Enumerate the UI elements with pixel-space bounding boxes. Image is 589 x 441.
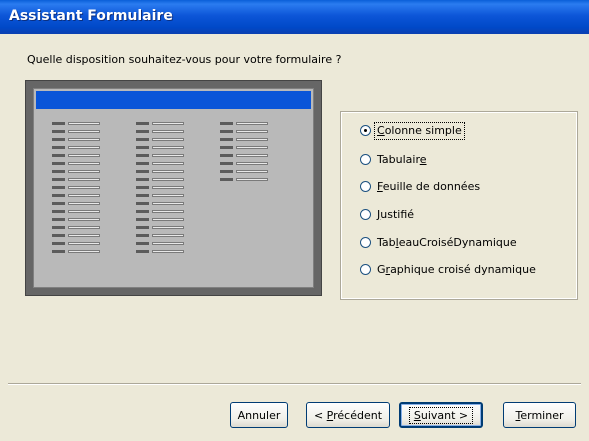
question-label: Quelle disposition souhaitez-vous pour v… — [27, 53, 342, 66]
cancel-button-label: Annuler — [237, 408, 281, 422]
option-label: TableauCroiséDynamique — [377, 236, 517, 249]
radio-feuille-de-donnees[interactable] — [360, 181, 371, 192]
title-bar: Assistant Formulaire — [0, 0, 589, 34]
next-button[interactable]: Suivant > — [399, 402, 483, 428]
radio-tableau-croise-dynamique[interactable] — [360, 237, 371, 248]
option-label: Graphique croisé dynamique — [377, 263, 536, 276]
radio-justifie[interactable] — [360, 209, 371, 220]
radio-colonne-simple[interactable] — [360, 125, 371, 136]
finish-button[interactable]: Terminer — [503, 402, 576, 428]
separator — [8, 383, 581, 385]
option-label: Colonne simple — [374, 122, 465, 140]
radio-graphique-croise-dynamique[interactable] — [360, 264, 371, 275]
option-label: Justifié — [377, 208, 415, 221]
back-button-label: < Précédent — [313, 408, 383, 422]
option-label: Tabulaire — [377, 153, 427, 166]
back-button[interactable]: < Précédent — [306, 402, 390, 428]
window-title: Assistant Formulaire — [9, 8, 173, 24]
layout-options-group: Colonne simple Tabulaire Feuille de donn… — [340, 111, 578, 300]
preview-form — [33, 88, 314, 288]
layout-preview — [25, 80, 322, 296]
cancel-button[interactable]: Annuler — [230, 402, 288, 428]
finish-button-label: Terminer — [515, 408, 564, 422]
preview-titlebar — [36, 91, 311, 109]
next-button-label: Suivant > — [408, 406, 474, 424]
radio-tabulaire[interactable] — [360, 154, 371, 165]
option-label: Feuille de données — [377, 180, 481, 193]
